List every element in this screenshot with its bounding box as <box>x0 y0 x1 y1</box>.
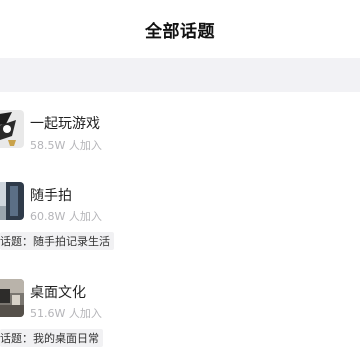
topic-name[interactable]: 随手拍 <box>30 185 72 205</box>
topics-page: 全部话题 一起玩游戏 58.5W 人加入 随手拍 60.8W 人加入 话题：随手… <box>0 0 360 360</box>
topic-thumbnail-games[interactable] <box>0 110 24 148</box>
topic-item-games[interactable]: 一起玩游戏 58.5W 人加入 <box>0 110 360 160</box>
topic-member-count: 51.6W 人加入 <box>30 307 102 320</box>
desktop-image <box>0 279 24 317</box>
topic-item-desktop[interactable]: 桌面文化 51.6W 人加入 话题：我的桌面日常 <box>0 279 360 347</box>
topic-name[interactable]: 一起玩游戏 <box>30 113 100 133</box>
topic-item-snapshot[interactable]: 随手拍 60.8W 人加入 话题：随手拍记录生活 <box>0 182 360 250</box>
topic-tag[interactable]: 话题：我的桌面日常 <box>0 329 103 347</box>
section-divider <box>0 58 360 92</box>
topic-tag[interactable]: 话题：随手拍记录生活 <box>0 232 114 250</box>
photo-image <box>0 182 24 220</box>
header-bar: 全部话题 <box>0 0 360 58</box>
topic-thumbnail-snapshot[interactable] <box>0 182 24 220</box>
game-controller-image <box>0 110 24 148</box>
topic-thumbnail-desktop[interactable] <box>0 279 24 317</box>
page-title: 全部话题 <box>145 21 215 42</box>
topic-name[interactable]: 桌面文化 <box>30 282 86 302</box>
topic-member-count: 60.8W 人加入 <box>30 210 102 223</box>
topic-member-count: 58.5W 人加入 <box>30 139 102 152</box>
